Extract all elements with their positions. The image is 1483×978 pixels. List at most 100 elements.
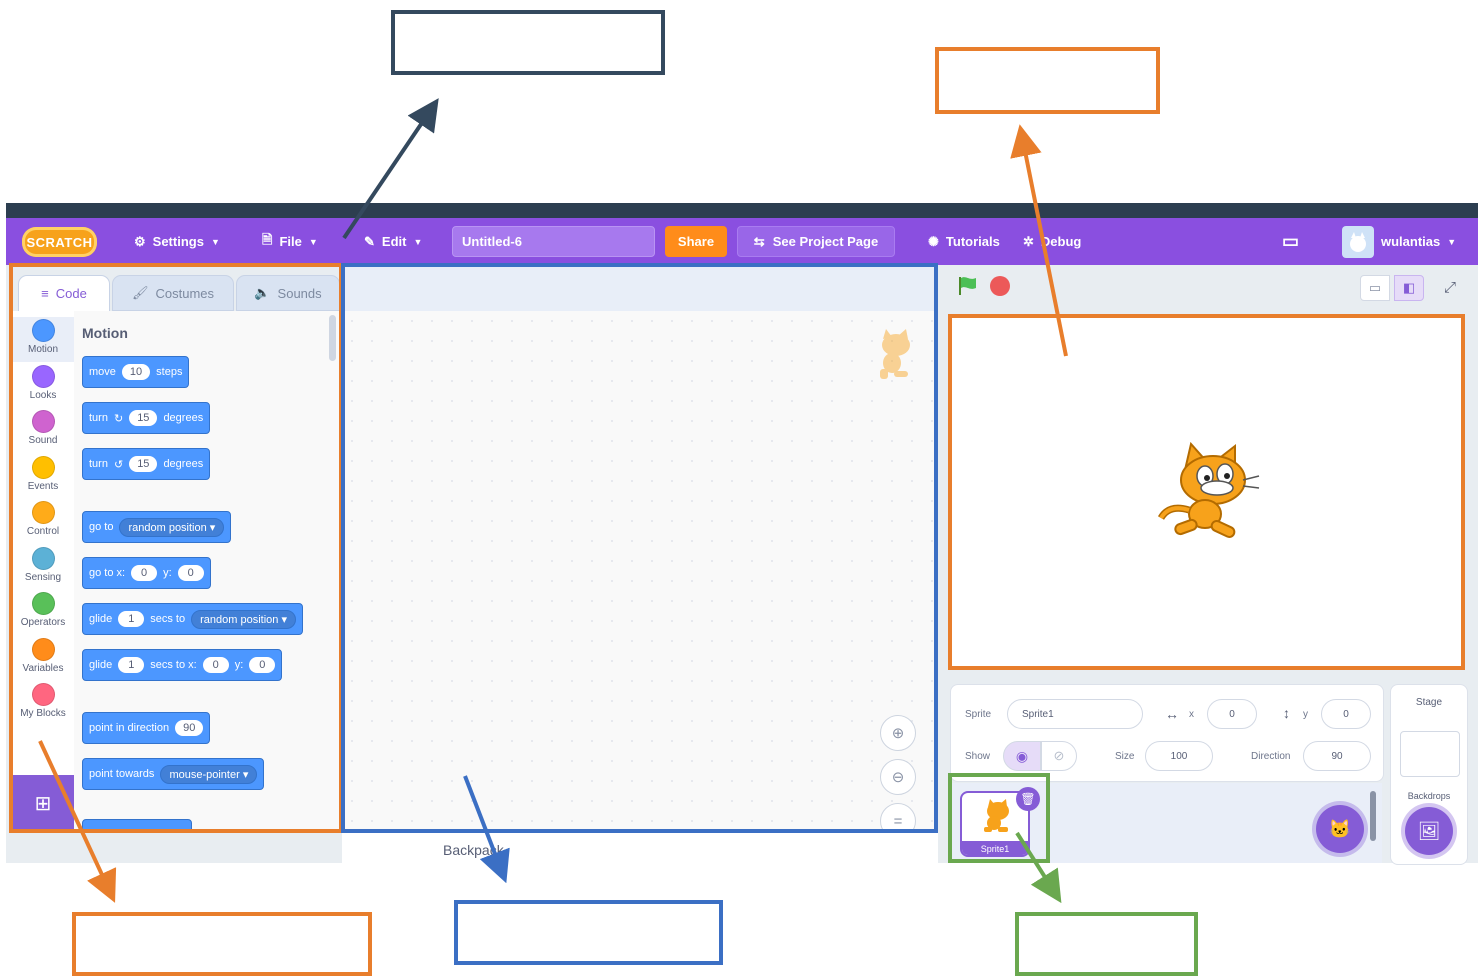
category-label: My Blocks (20, 708, 66, 719)
account-menu[interactable]: wulantias ▼ (1342, 218, 1456, 265)
block-go-to[interactable]: go to random position ▾ (82, 511, 232, 543)
block-input[interactable]: 0 (202, 657, 229, 673)
x-input[interactable]: 0 (1207, 699, 1257, 729)
block-text: point towards (89, 768, 155, 780)
swap-arrows-icon: ⇆ (753, 233, 765, 249)
bug-icon: ✲ (1023, 233, 1034, 249)
category-sound[interactable]: Sound (12, 408, 74, 453)
debug-button[interactable]: ✲ Debug (1023, 218, 1081, 265)
category-color-dot (31, 410, 55, 433)
project-title-input[interactable]: Untitled-6 (452, 226, 655, 257)
cat-sprite[interactable] (1155, 440, 1265, 548)
backdrop-thumbnail[interactable] (1400, 731, 1460, 777)
stage[interactable] (950, 315, 1464, 669)
block-point-towards[interactable]: point towards mouse-pointer ▾ (82, 758, 265, 790)
x-label: x (1189, 709, 1194, 720)
zoom-out-button[interactable]: ⊖ (880, 759, 916, 795)
choose-sprite-button[interactable]: 🐱 (1316, 805, 1364, 853)
sprite-list-scrollbar[interactable] (1370, 791, 1376, 841)
share-button[interactable]: Share (665, 226, 727, 257)
code-icon: ≡ (41, 286, 49, 301)
stop-icon[interactable] (990, 276, 1010, 296)
zoom-in-button[interactable]: ⊕ (880, 715, 916, 751)
small-stage-button[interactable]: ▭ (1360, 275, 1390, 301)
rotate-right-icon: ↻ (113, 412, 124, 425)
category-control[interactable]: Control (12, 499, 74, 544)
y-input[interactable]: 0 (1321, 699, 1371, 729)
scratch-logo[interactable]: SCRATCH (22, 227, 97, 257)
block-point-in-direction[interactable]: point in direction 90 (82, 712, 211, 744)
category-color-dot (31, 501, 55, 524)
tab-costumes[interactable]: 🖌 Costumes (112, 275, 234, 311)
block-partial[interactable] (82, 819, 192, 831)
size-input[interactable]: 100 (1145, 741, 1213, 771)
direction-input[interactable]: 90 (1303, 741, 1371, 771)
backpack[interactable]: Backpack (342, 831, 938, 863)
category-label: Control (26, 526, 60, 537)
tab-code[interactable]: ≡ Code (18, 275, 110, 311)
category-operators[interactable]: Operators (12, 590, 74, 635)
lightbulb-icon: ✺ (928, 233, 939, 249)
editor-tabs: ≡ Code 🖌 Costumes 🔈 Sounds (12, 265, 340, 311)
category-my-blocks[interactable]: My Blocks (12, 681, 74, 726)
file-menu[interactable]: 🗎 File ▼ (262, 218, 318, 265)
block-input[interactable]: 15 (129, 456, 158, 472)
show-visible-button[interactable]: ◉ (1003, 741, 1041, 771)
block-dropdown[interactable]: random position ▾ (191, 609, 296, 629)
block-dropdown[interactable]: mouse-pointer ▾ (160, 764, 258, 784)
see-project-page-button[interactable]: ⇆ See Project Page (737, 226, 895, 257)
sprite-info-panel: Sprite Sprite1 ↔ x 0 ↕ y 0 Show ◉ ⊘ Size… (950, 684, 1384, 782)
category-color-dot (31, 546, 55, 570)
category-motion[interactable]: Motion (12, 317, 74, 362)
block-text: turn (89, 458, 108, 470)
normal-stage-button[interactable]: ◧ (1394, 275, 1424, 301)
block-input[interactable]: 10 (121, 364, 151, 380)
file-icon: 🗎 (262, 231, 273, 247)
window-top-strip (6, 203, 1478, 215)
settings-menu[interactable]: ⚙ Settings ▼ (134, 218, 220, 265)
delete-sprite-icon[interactable]: 🗑 (1016, 787, 1040, 811)
add-extension-button[interactable]: ⊞ (12, 775, 74, 831)
block-go-to-xy[interactable]: go to x: 0 y: 0 (82, 557, 211, 589)
block-input[interactable]: 0 (131, 565, 158, 581)
category-looks[interactable]: Looks (12, 363, 74, 408)
block-input[interactable]: 0 (249, 657, 276, 673)
tab-sounds[interactable]: 🔈 Sounds (236, 275, 340, 311)
block-text: go to x: (89, 567, 126, 579)
pencil-icon: ✎ (364, 233, 375, 249)
category-color-dot (31, 319, 55, 342)
category-variables[interactable]: Variables (12, 636, 74, 681)
choose-backdrop-button[interactable]: 🖼 (1405, 807, 1453, 855)
block-dropdown[interactable]: random position ▾ (119, 517, 225, 537)
block-turn-left[interactable]: turn ↺ 15 degrees (82, 448, 211, 480)
folder-icon[interactable]: ▭ (1282, 218, 1299, 265)
sprite-name-input[interactable]: Sprite1 (1007, 699, 1143, 729)
block-turn-right[interactable]: turn ↻ 15 degrees (82, 402, 211, 434)
sprite-watermark-icon (880, 329, 910, 379)
green-flag-icon[interactable] (956, 275, 978, 297)
x-arrows-icon: ↔ (1165, 706, 1179, 722)
fullscreen-icon[interactable]: ⤢ (1438, 275, 1462, 299)
code-area[interactable]: ⊕ ⊖ = (342, 311, 938, 839)
block-glide-to[interactable]: glide 1 secs to random position ▾ (82, 603, 303, 635)
block-move-steps[interactable]: move 10 steps (82, 356, 190, 388)
block-input[interactable]: 90 (175, 720, 204, 736)
edit-menu[interactable]: ✎ Edit ▼ (364, 218, 422, 265)
show-hidden-button[interactable]: ⊘ (1041, 741, 1077, 771)
stage-target-panel[interactable]: Stage Backdrops 🖼 (1390, 684, 1468, 865)
block-input[interactable]: 1 (118, 657, 145, 673)
block-glide-xy[interactable]: glide 1 secs to x: 0 y: 0 (82, 649, 283, 681)
dropdown-value: random position (200, 613, 279, 626)
category-sensing[interactable]: Sensing (12, 545, 74, 590)
tutorials-button[interactable]: ✺ Tutorials (928, 218, 1000, 265)
category-events[interactable]: Events (12, 454, 74, 499)
block-input[interactable]: 15 (129, 410, 158, 426)
palette-scrollbar[interactable] (329, 315, 336, 361)
chevron-down-icon: ▼ (1447, 236, 1457, 247)
block-input[interactable]: 0 (177, 565, 204, 581)
rotate-left-icon: ↺ (113, 458, 124, 471)
file-label: File (279, 234, 302, 249)
block-input[interactable]: 1 (118, 611, 145, 627)
backdrops-label: Backdrops (1407, 791, 1451, 801)
annotation-box-code-area (454, 900, 723, 965)
